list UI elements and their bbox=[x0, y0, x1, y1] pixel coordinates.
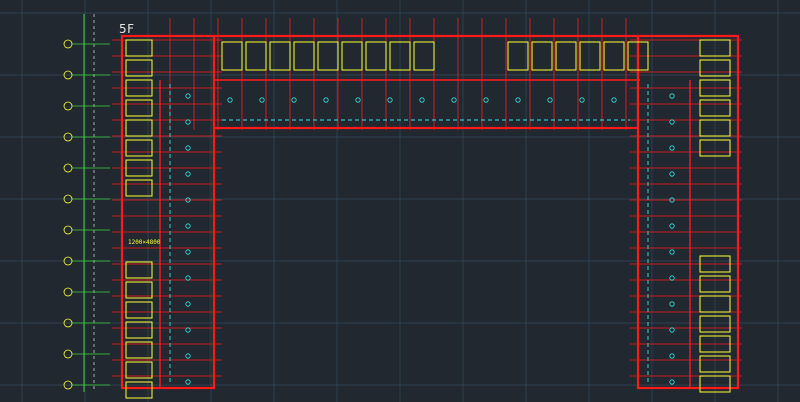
axis-marker bbox=[63, 287, 73, 297]
fixture-symbol bbox=[419, 97, 425, 103]
exterior-walls bbox=[120, 34, 740, 390]
fixture-symbol bbox=[185, 171, 191, 177]
fixture-symbol bbox=[185, 93, 191, 99]
fixture-symbol bbox=[669, 275, 675, 281]
fixture-symbol bbox=[669, 301, 675, 307]
fixture-symbol bbox=[323, 97, 329, 103]
axis-marker bbox=[63, 101, 73, 111]
axis-marker bbox=[63, 225, 73, 235]
fixture-symbol bbox=[185, 353, 191, 359]
fixture-symbol bbox=[185, 379, 191, 385]
room-partition bbox=[603, 41, 625, 71]
north-wing-outline bbox=[212, 34, 640, 130]
fixture-symbol bbox=[611, 97, 617, 103]
cad-drawing-viewport[interactable]: 1200×4800 5F bbox=[0, 0, 800, 402]
fixture-symbol bbox=[185, 327, 191, 333]
fixture-symbol bbox=[387, 97, 393, 103]
floor-plan-canvas[interactable]: 1200×4800 bbox=[0, 0, 800, 402]
room-partition bbox=[317, 41, 339, 71]
fixture-symbol bbox=[669, 223, 675, 229]
fixture-symbol bbox=[291, 97, 297, 103]
room-partition bbox=[293, 41, 315, 71]
floor-label: 5F bbox=[119, 22, 135, 36]
room-partition bbox=[555, 41, 577, 71]
fixture-symbol bbox=[547, 97, 553, 103]
room-partition bbox=[341, 41, 363, 71]
west-wing-outline bbox=[120, 34, 216, 390]
structural-grid-lines bbox=[112, 18, 742, 377]
fixture-symbol bbox=[185, 249, 191, 255]
fixture-symbol bbox=[669, 379, 675, 385]
axis-marker bbox=[63, 163, 73, 173]
room-partition bbox=[413, 41, 435, 71]
fixture-symbol bbox=[669, 119, 675, 125]
room-partition bbox=[507, 41, 529, 71]
fixture-symbol bbox=[483, 97, 489, 103]
fixture-symbol bbox=[355, 97, 361, 103]
fixture-symbol bbox=[669, 93, 675, 99]
fixture-symbol bbox=[185, 119, 191, 125]
room-partition bbox=[269, 41, 291, 71]
fixture-symbol bbox=[579, 97, 585, 103]
room-partition bbox=[531, 41, 553, 71]
east-wing-outline bbox=[636, 34, 740, 390]
axis-column bbox=[63, 14, 110, 392]
fixture-symbol bbox=[451, 97, 457, 103]
fixture-symbol bbox=[669, 171, 675, 177]
fixture-symbol bbox=[669, 249, 675, 255]
room-partition bbox=[579, 41, 601, 71]
axis-marker bbox=[63, 349, 73, 359]
room-partition bbox=[245, 41, 267, 71]
axis-marker bbox=[63, 39, 73, 49]
fixture-symbol bbox=[227, 97, 233, 103]
background-grid bbox=[0, 0, 800, 402]
fixture-symbol bbox=[515, 97, 521, 103]
fixture-symbol bbox=[259, 97, 265, 103]
room-partition bbox=[221, 41, 243, 71]
fixture-symbol bbox=[185, 223, 191, 229]
fixture-symbol bbox=[669, 145, 675, 151]
room-partition bbox=[365, 41, 387, 71]
fixture-symbol bbox=[185, 275, 191, 281]
fixture-symbol bbox=[185, 145, 191, 151]
room-dimension-label: 1200×4800 bbox=[128, 239, 161, 246]
fixture-symbol bbox=[669, 353, 675, 359]
fixture-symbol bbox=[669, 327, 675, 333]
fixture-symbol bbox=[185, 301, 191, 307]
